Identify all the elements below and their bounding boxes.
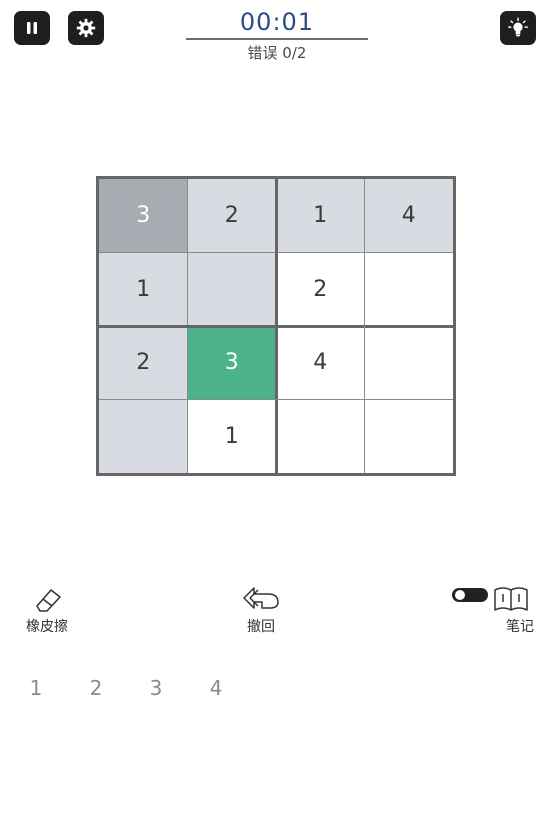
pause-icon (27, 22, 37, 34)
pause-button[interactable] (14, 11, 50, 45)
grid-line-vertical (363, 179, 366, 473)
undo-button[interactable]: 撤回 (232, 584, 290, 636)
eraser-button[interactable]: 橡皮擦 (16, 584, 78, 636)
game-timer: 00:01 (239, 8, 315, 36)
board-cell[interactable]: 4 (276, 326, 365, 400)
sudoku-board: 3214122341 (96, 176, 456, 476)
notebook-icon (494, 587, 528, 611)
timer-divider (186, 38, 368, 40)
board-cell[interactable]: 2 (187, 179, 276, 253)
undo-icon (243, 587, 279, 609)
notes-label: 笔记 (506, 619, 534, 635)
box-divider-horizontal (99, 324, 453, 328)
board-cell[interactable] (187, 252, 276, 326)
grid-line-horizontal (99, 398, 453, 401)
board-cell[interactable]: 1 (99, 252, 188, 326)
board-cell[interactable]: 2 (99, 326, 188, 400)
board-cell[interactable] (364, 252, 453, 326)
number-key[interactable]: 3 (144, 676, 168, 700)
board-cell[interactable]: 1 (276, 179, 365, 253)
notes-button[interactable]: 笔记 (452, 584, 536, 636)
sudoku-page: 00:01 错误 0/2 3214122341 橡皮擦 撤回 笔记 1 2 3 … (0, 0, 557, 835)
board-cell[interactable] (364, 399, 453, 473)
lightbulb-icon (508, 17, 528, 37)
error-counter: 错误 0/2 (247, 44, 307, 62)
number-key[interactable]: 2 (84, 676, 108, 700)
board-cell[interactable]: 3 (187, 326, 276, 400)
board-cell[interactable]: 1 (187, 399, 276, 473)
board-cell[interactable] (364, 326, 453, 400)
board-cell[interactable]: 2 (276, 252, 365, 326)
hint-button[interactable] (500, 11, 536, 45)
number-key[interactable]: 1 (24, 676, 48, 700)
gear-icon (76, 18, 96, 38)
board-cell[interactable]: 4 (364, 179, 453, 253)
number-key[interactable]: 4 (204, 676, 228, 700)
board-cell[interactable]: 3 (99, 179, 188, 253)
eraser-label: 橡皮擦 (26, 619, 68, 635)
board-cell[interactable] (276, 399, 365, 473)
board-cell[interactable] (99, 399, 188, 473)
undo-label: 撤回 (247, 619, 275, 635)
eraser-icon (36, 589, 61, 612)
settings-button[interactable] (68, 11, 104, 45)
